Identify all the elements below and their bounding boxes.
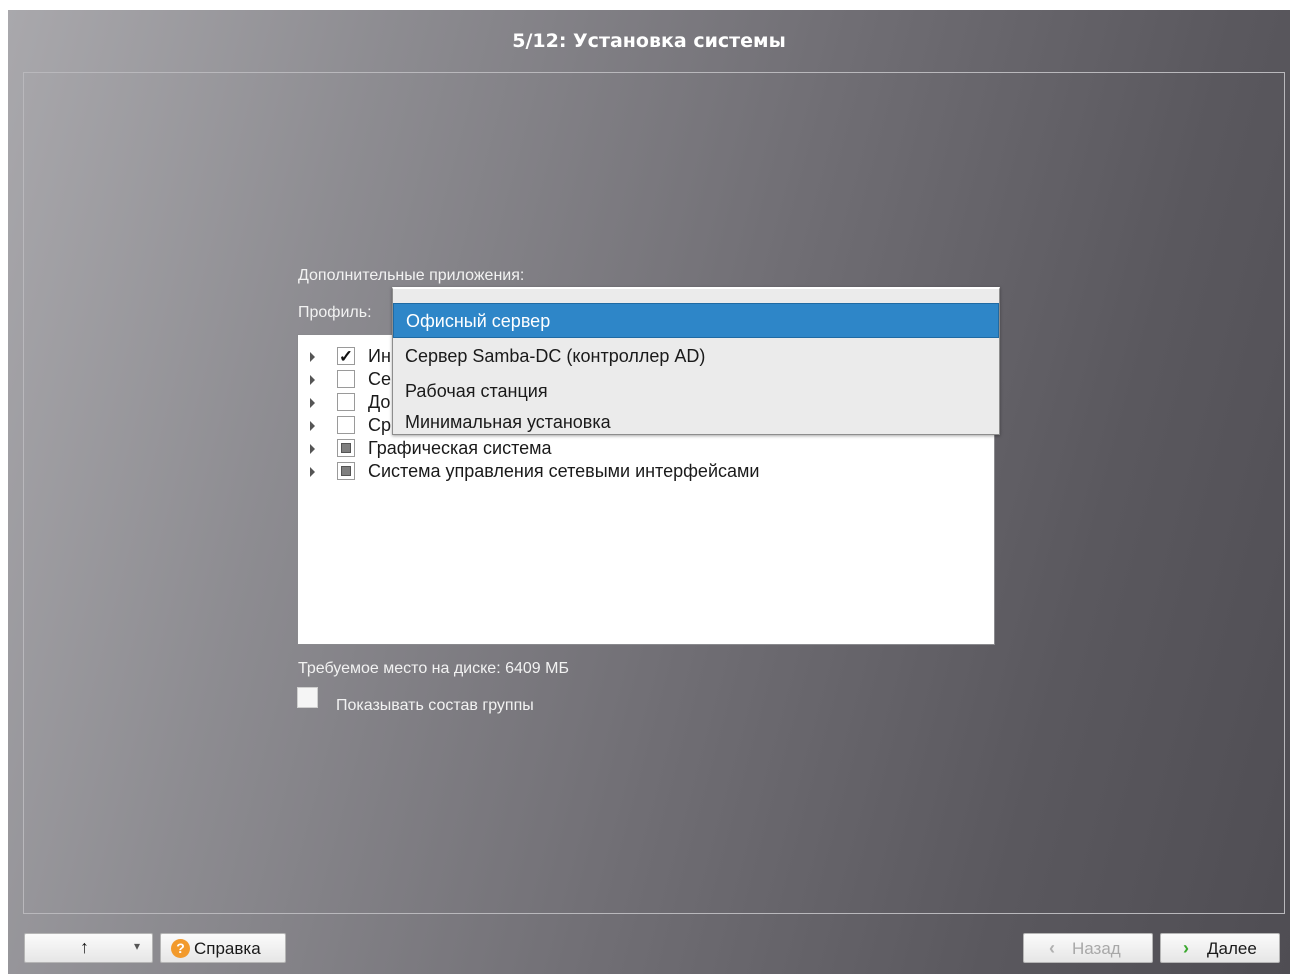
expand-arrow-icon[interactable] xyxy=(310,398,315,408)
profile-option[interactable]: Рабочая станция xyxy=(393,374,999,409)
help-button-label: Справка xyxy=(194,939,261,958)
show-group-checkbox[interactable] xyxy=(297,687,318,708)
group-checkbox[interactable] xyxy=(337,393,355,411)
back-button[interactable]: ‹ Назад xyxy=(1023,933,1153,963)
group-label: Система управления сетевыми интерфейсами xyxy=(368,461,760,481)
chevron-left-icon: ‹ xyxy=(1049,938,1055,958)
back-button-label: Назад xyxy=(1072,939,1121,958)
group-label: Ин xyxy=(368,346,391,366)
expand-arrow-icon[interactable] xyxy=(310,421,315,431)
group-label: Се xyxy=(368,369,392,389)
chevron-right-icon: › xyxy=(1183,938,1189,958)
section-heading: Дополнительные приложения: xyxy=(298,267,525,284)
group-checkbox[interactable]: ✓ xyxy=(337,347,355,365)
next-button-label: Далее xyxy=(1207,939,1257,958)
show-group-label: Показывать состав группы xyxy=(336,697,534,714)
group-label: Графическая система xyxy=(368,438,552,458)
help-button[interactable]: ? Справка xyxy=(160,933,286,963)
disk-space-text: Требуемое место на диске: 6409 МБ xyxy=(298,660,569,677)
tree-row[interactable]: Система управления сетевыми интерфейсами xyxy=(298,460,988,483)
group-checkbox[interactable] xyxy=(337,416,355,434)
tree-row[interactable]: Графическая система xyxy=(298,437,988,460)
help-icon: ? xyxy=(171,939,190,958)
group-checkbox[interactable] xyxy=(337,439,355,457)
up-arrow-icon: ↑ xyxy=(80,937,89,957)
next-button[interactable]: › Далее xyxy=(1160,933,1280,963)
group-label: До xyxy=(368,392,391,412)
expand-arrow-icon[interactable] xyxy=(310,444,315,454)
expand-arrow-icon[interactable] xyxy=(310,467,315,477)
profile-option[interactable]: Офисный сервер xyxy=(393,303,999,338)
group-checkbox[interactable] xyxy=(337,462,355,480)
group-label: Ср xyxy=(368,415,392,435)
profile-option[interactable]: Сервер Samba-DC (контроллер AD) xyxy=(393,339,999,374)
expand-arrow-icon[interactable] xyxy=(310,375,315,385)
group-checkbox[interactable] xyxy=(337,370,355,388)
up-menu-button[interactable]: ↑ ▾ xyxy=(24,933,153,963)
profile-option[interactable]: Минимальная установка xyxy=(393,410,999,434)
window-title: 5/12: Установка системы xyxy=(512,30,786,52)
profile-dropdown-list[interactable]: Офисный сервер Сервер Samba-DC (контролл… xyxy=(392,287,1000,435)
chevron-down-icon: ▾ xyxy=(134,939,141,953)
profile-label: Профиль: xyxy=(298,304,372,321)
expand-arrow-icon[interactable] xyxy=(310,352,315,362)
